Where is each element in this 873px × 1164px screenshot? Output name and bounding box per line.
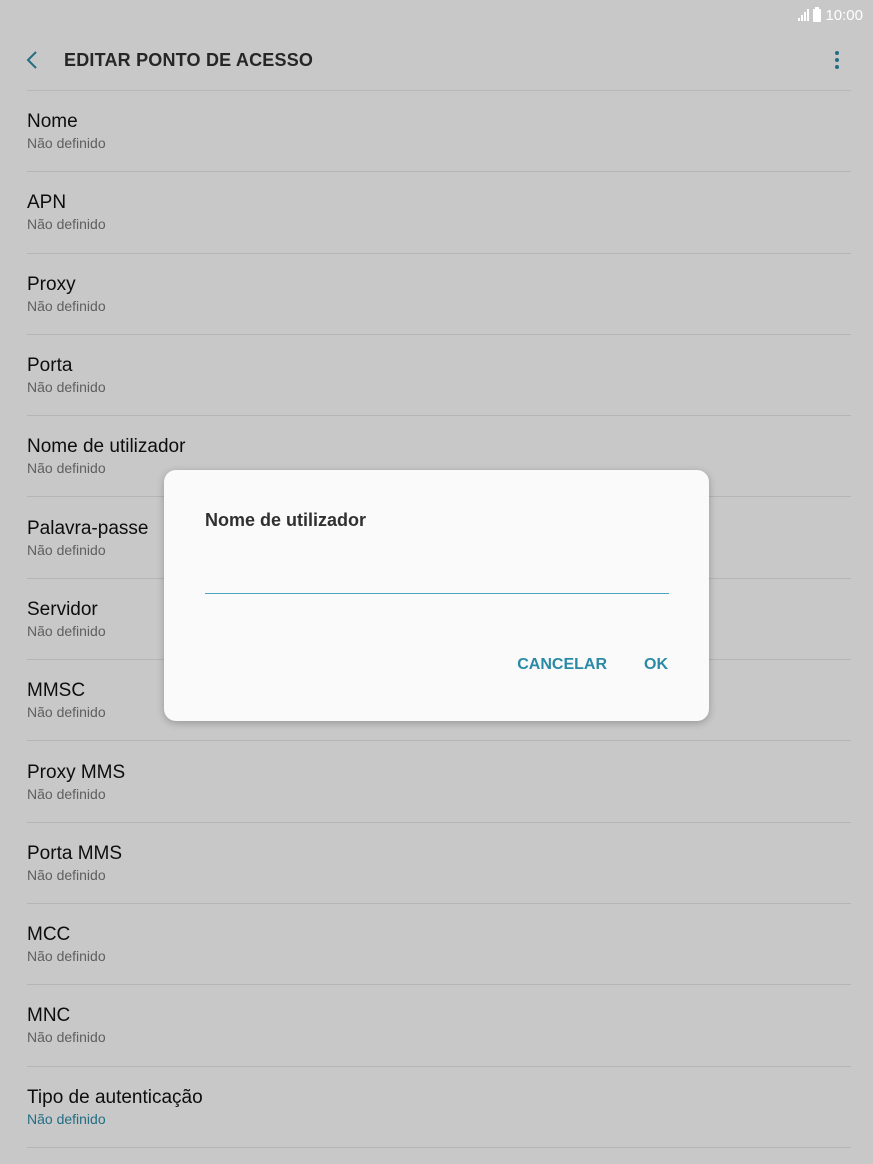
status-bar: 10:00: [0, 0, 873, 30]
signal-icon: [798, 9, 810, 21]
dialog-title: Nome de utilizador: [205, 510, 367, 530]
username-dialog: Nome de utilizador CANCELAR OK: [164, 470, 709, 721]
username-input[interactable]: [205, 560, 669, 594]
status-time: 10:00: [825, 6, 863, 24]
dialog-actions: CANCELAR OK: [517, 656, 668, 674]
battery-icon: [813, 6, 822, 22]
screen: EDITAR PONTO DE ACESSO Nome Não definido…: [0, 0, 873, 1164]
cancel-button[interactable]: CANCELAR: [517, 656, 607, 674]
ok-button[interactable]: OK: [644, 656, 668, 674]
